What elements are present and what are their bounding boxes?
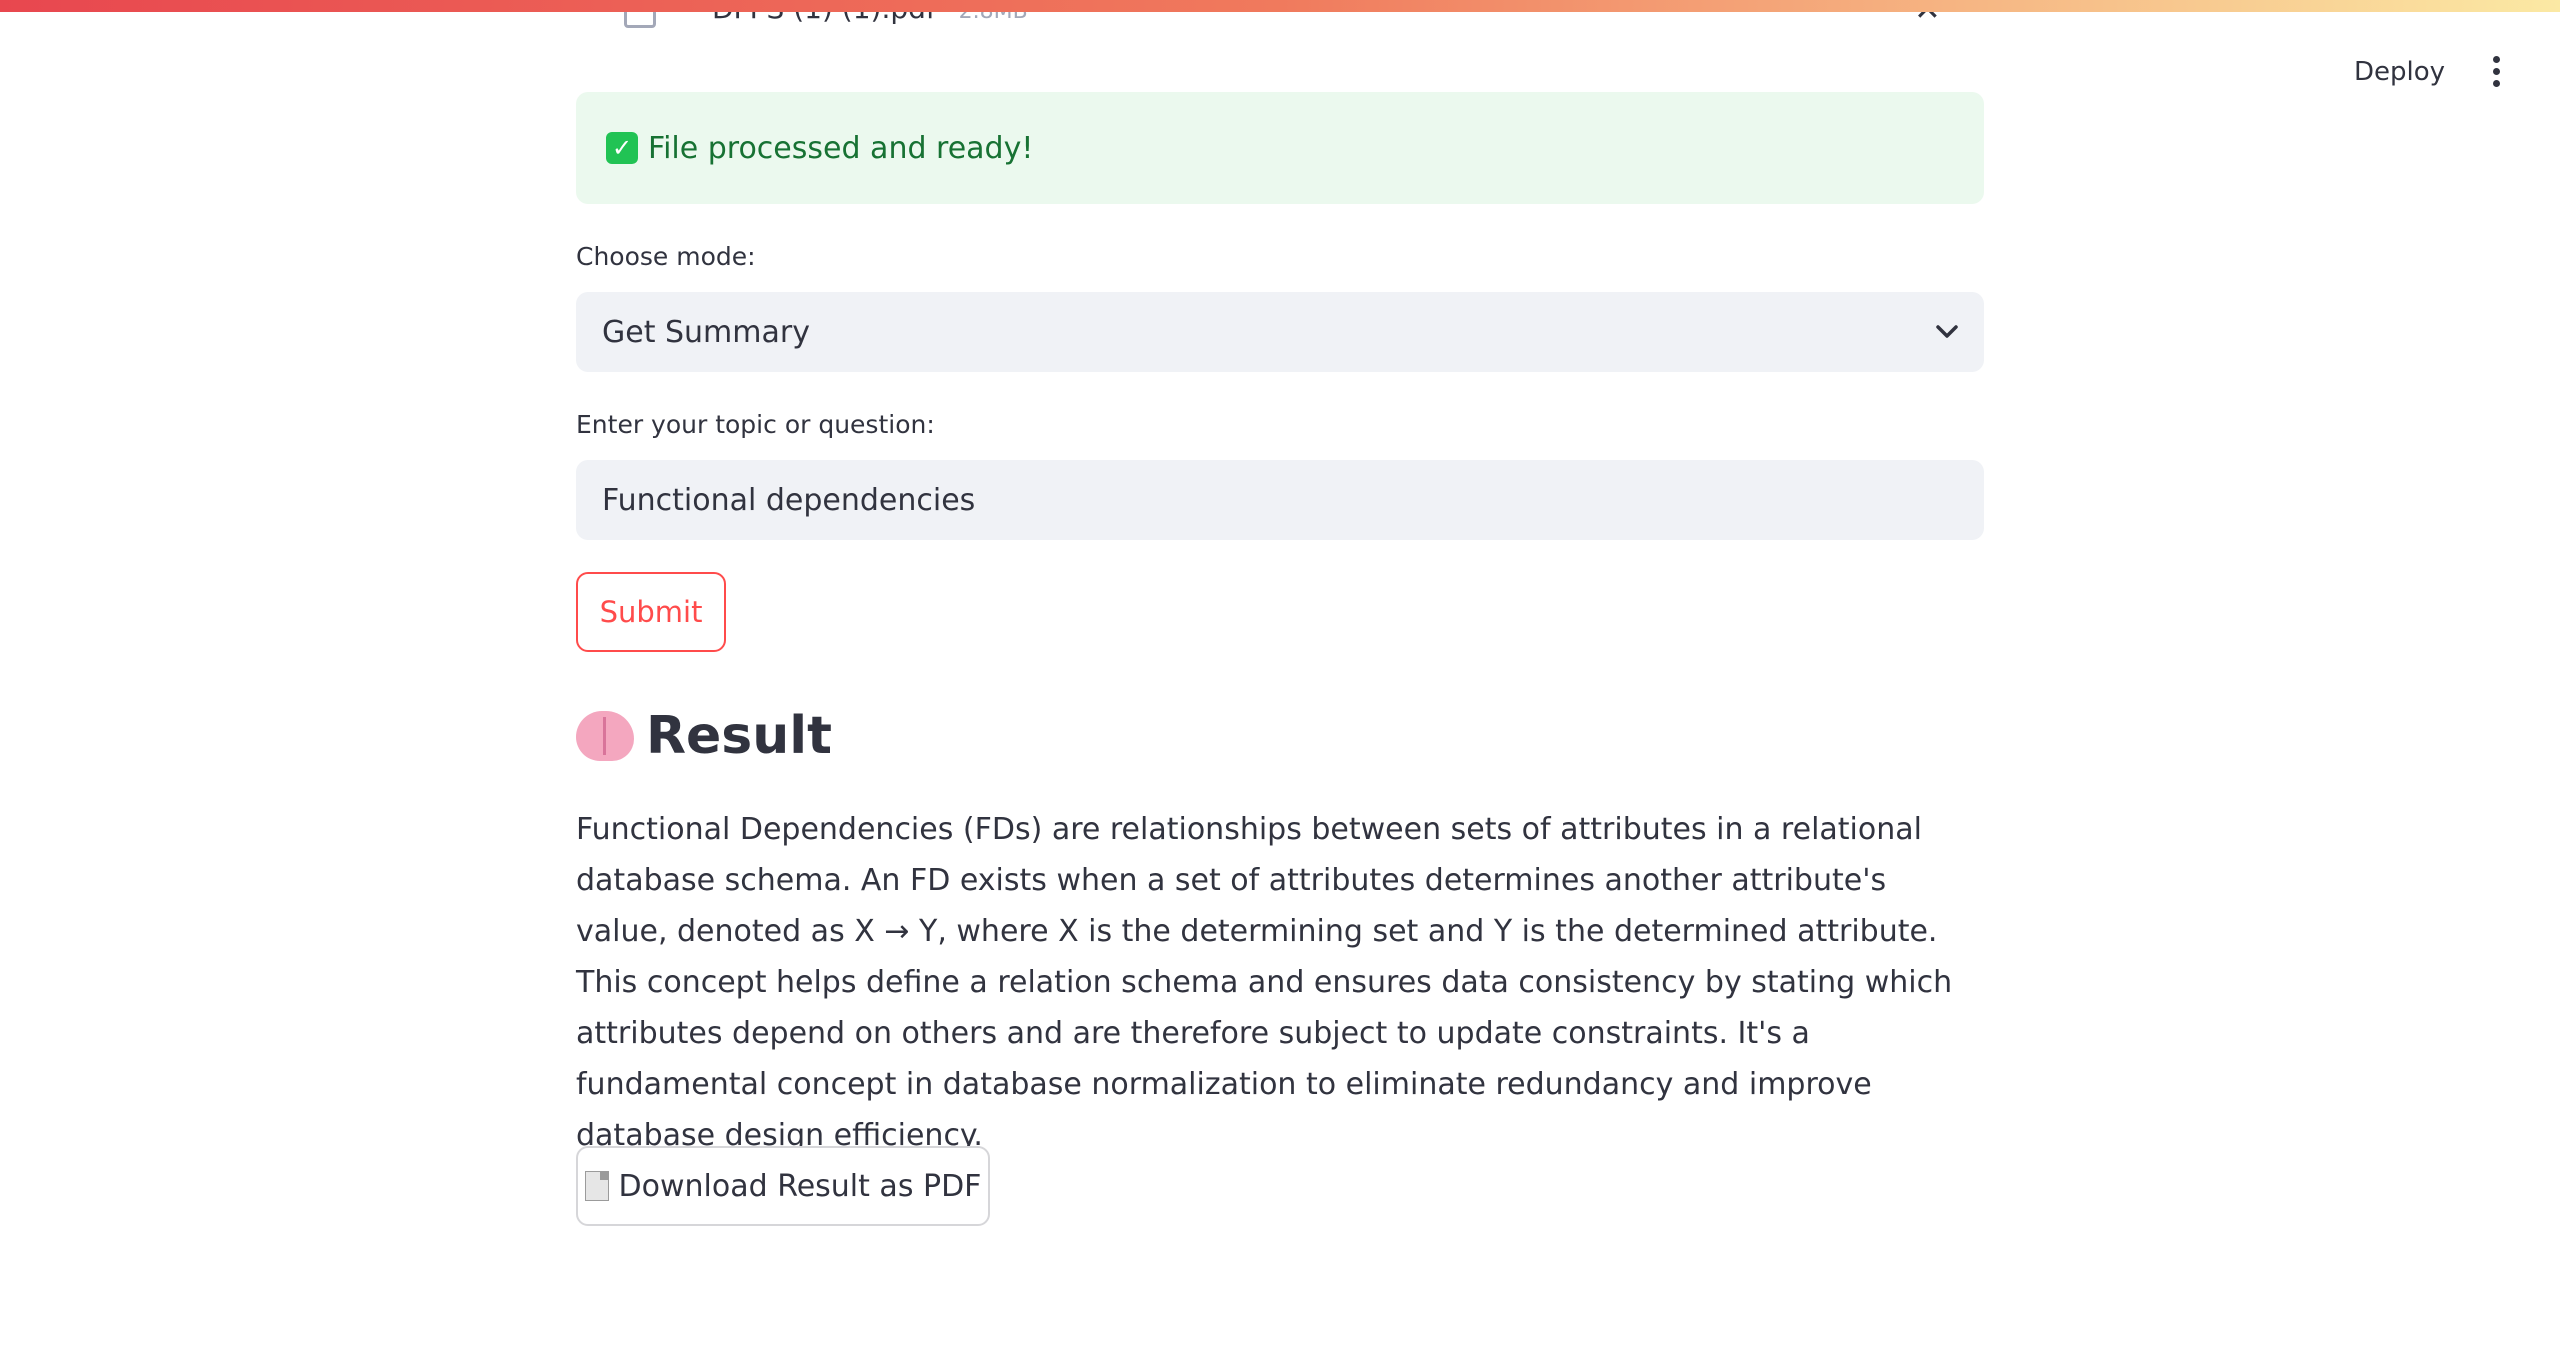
result-text: Functional Dependencies (FDs) are relati… — [576, 812, 1953, 1153]
chevron-down-icon — [1936, 325, 1958, 339]
submit-button[interactable]: Submit — [576, 572, 726, 652]
check-mark-icon: ✓ — [606, 132, 638, 164]
main-menu-icon[interactable] — [2483, 52, 2510, 91]
top-decoration-bar — [0, 0, 2560, 12]
download-label: Download Result as PDF — [618, 1168, 982, 1204]
header-toolbar: Deploy — [2348, 52, 2510, 91]
download-pdf-button[interactable]: Download Result as PDF — [576, 1146, 990, 1226]
topic-input[interactable] — [576, 460, 1984, 540]
success-alert: ✓ File processed and ready! — [576, 92, 1984, 204]
mode-selected-value: Get Summary — [602, 314, 810, 350]
mode-select[interactable]: Get Summary — [576, 292, 1984, 372]
result-heading: Result — [576, 706, 832, 766]
result-title: Result — [646, 706, 832, 766]
brain-icon — [576, 711, 634, 761]
mode-label: Choose mode: — [576, 242, 756, 271]
page-icon — [584, 1171, 609, 1201]
topic-label: Enter your topic or question: — [576, 410, 935, 439]
success-message: File processed and ready! — [648, 130, 1034, 166]
deploy-button[interactable]: Deploy — [2348, 56, 2451, 88]
